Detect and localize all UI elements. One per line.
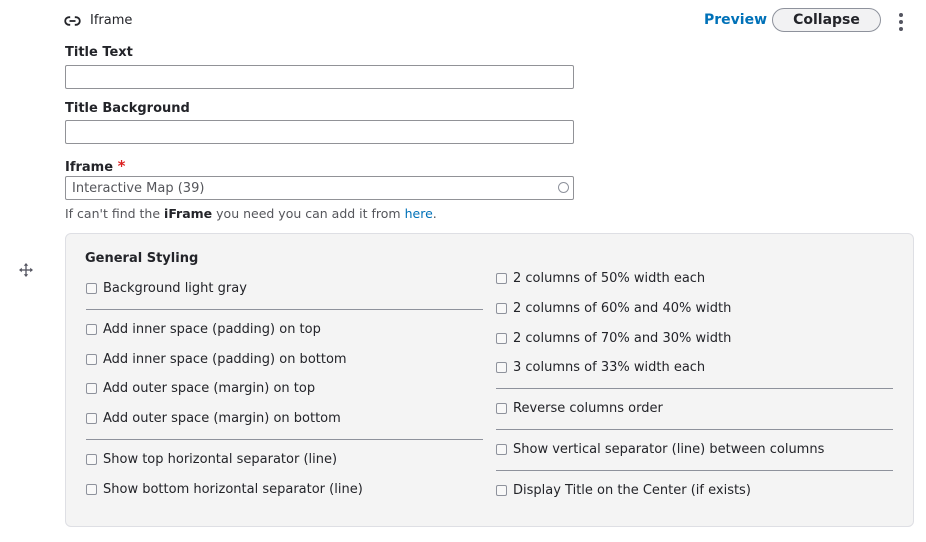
vertical-ellipsis-icon[interactable] bbox=[893, 11, 909, 33]
option-2-columns-70-30[interactable]: 2 columns of 70% and 30% width bbox=[496, 331, 731, 346]
checkbox[interactable] bbox=[86, 383, 97, 394]
general-styling-title: General Styling bbox=[85, 251, 199, 266]
option-label: 2 columns of 60% and 40% width bbox=[513, 301, 732, 316]
drag-handle-icon[interactable] bbox=[18, 262, 34, 278]
option-2-columns-60-40[interactable]: 2 columns of 60% and 40% width bbox=[496, 301, 731, 316]
option-inner-space-bottom[interactable]: Add inner space (padding) on bottom bbox=[86, 352, 347, 367]
link-icon bbox=[64, 16, 81, 26]
option-label: Reverse columns order bbox=[513, 401, 663, 416]
collapse-button[interactable]: Collapse bbox=[772, 8, 881, 32]
iframe-label: Iframe * bbox=[65, 157, 125, 175]
checkbox[interactable] bbox=[496, 485, 507, 496]
help-here-link[interactable]: here bbox=[405, 206, 433, 221]
separator bbox=[496, 429, 893, 430]
option-background-light-gray[interactable]: Background light gray bbox=[86, 281, 247, 296]
option-label: Add inner space (padding) on top bbox=[103, 322, 321, 337]
separator bbox=[496, 470, 893, 471]
separator bbox=[86, 439, 483, 440]
preview-link[interactable]: Preview bbox=[704, 12, 767, 28]
checkbox[interactable] bbox=[86, 283, 97, 294]
paragraph-type-label: Iframe bbox=[90, 13, 133, 28]
option-inner-space-top[interactable]: Add inner space (padding) on top bbox=[86, 322, 321, 337]
checkbox[interactable] bbox=[86, 484, 97, 495]
option-label: Show bottom horizontal separator (line) bbox=[103, 482, 363, 497]
iframe-help-text: If can't find the iFrame you need you ca… bbox=[65, 206, 437, 221]
option-label: 3 columns of 33% width each bbox=[513, 360, 706, 375]
checkbox[interactable] bbox=[496, 362, 507, 373]
option-outer-space-bottom[interactable]: Add outer space (margin) on bottom bbox=[86, 411, 341, 426]
checkbox[interactable] bbox=[496, 444, 507, 455]
option-label: Background light gray bbox=[103, 281, 247, 296]
title-background-label: Title Background bbox=[65, 101, 190, 116]
iframe-autocomplete-input[interactable] bbox=[65, 176, 574, 200]
option-label: Add outer space (margin) on top bbox=[103, 381, 316, 396]
option-label: Display Title on the Center (if exists) bbox=[513, 483, 751, 498]
option-vertical-separator[interactable]: Show vertical separator (line) between c… bbox=[496, 442, 824, 457]
checkbox[interactable] bbox=[496, 403, 507, 414]
option-title-center[interactable]: Display Title on the Center (if exists) bbox=[496, 483, 751, 498]
autocomplete-throbber-icon bbox=[558, 182, 569, 193]
help-middle: you need you can add it from bbox=[212, 206, 405, 221]
checkbox[interactable] bbox=[86, 324, 97, 335]
separator bbox=[496, 388, 893, 389]
option-label: Add outer space (margin) on bottom bbox=[103, 411, 341, 426]
checkbox[interactable] bbox=[86, 354, 97, 365]
title-background-input[interactable] bbox=[65, 120, 574, 144]
option-label: Show top horizontal separator (line) bbox=[103, 452, 338, 467]
checkbox[interactable] bbox=[86, 454, 97, 465]
option-bottom-horizontal-separator[interactable]: Show bottom horizontal separator (line) bbox=[86, 482, 363, 497]
option-label: Add inner space (padding) on bottom bbox=[103, 352, 347, 367]
option-outer-space-top[interactable]: Add outer space (margin) on top bbox=[86, 381, 315, 396]
checkbox[interactable] bbox=[496, 303, 507, 314]
option-top-horizontal-separator[interactable]: Show top horizontal separator (line) bbox=[86, 452, 337, 467]
checkbox[interactable] bbox=[496, 333, 507, 344]
help-suffix: . bbox=[432, 206, 437, 221]
help-prefix: If can't find the bbox=[65, 206, 165, 221]
title-text-input[interactable] bbox=[65, 65, 574, 89]
option-2-columns-50[interactable]: 2 columns of 50% width each bbox=[496, 271, 705, 286]
iframe-label-text: Iframe bbox=[65, 160, 114, 175]
option-reverse-columns[interactable]: Reverse columns order bbox=[496, 401, 663, 416]
checkbox[interactable] bbox=[496, 273, 507, 284]
title-text-label: Title Text bbox=[65, 45, 133, 60]
option-label: 2 columns of 70% and 30% width bbox=[513, 331, 732, 346]
required-marker: * bbox=[117, 157, 126, 175]
separator bbox=[86, 309, 483, 310]
help-bold: iFrame bbox=[164, 206, 213, 221]
option-label: 2 columns of 50% width each bbox=[513, 271, 706, 286]
checkbox[interactable] bbox=[86, 413, 97, 424]
option-3-columns-33[interactable]: 3 columns of 33% width each bbox=[496, 360, 705, 375]
option-label: Show vertical separator (line) between c… bbox=[513, 442, 825, 457]
